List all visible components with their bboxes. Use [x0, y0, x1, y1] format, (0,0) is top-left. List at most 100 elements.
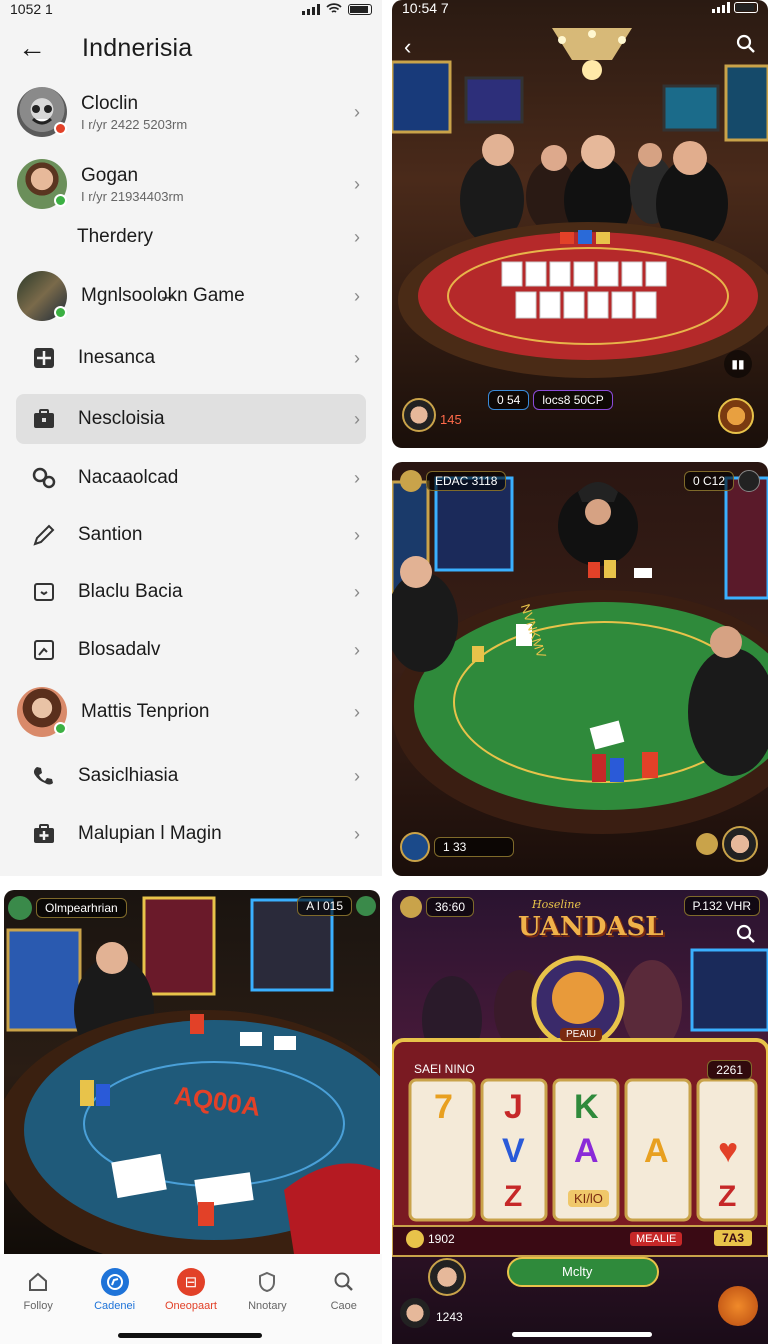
emblem-label: PEAIU	[560, 1028, 603, 1041]
list-item-blosadalv[interactable]: Blosadalv ›	[16, 624, 366, 676]
nav-label: Cadenei	[94, 1300, 136, 1312]
list-item-nescloisia[interactable]: Nescloisia ›	[16, 394, 366, 444]
back-arrow-icon[interactable]: ‹	[404, 34, 411, 60]
coin-icon	[406, 1230, 424, 1248]
nav-item-search[interactable]: Caoe	[309, 1268, 379, 1344]
gears-icon	[24, 458, 64, 498]
bottom-nav: Folloy Cadenei ⊟ Oneopaart Nnotary Caoe	[0, 1254, 382, 1344]
image-frame-icon	[24, 630, 64, 670]
chevron-right-icon: ›	[354, 765, 360, 786]
back-arrow-icon[interactable]: ←	[18, 32, 58, 64]
reel-symbol: A	[644, 1132, 669, 1170]
item-label: Cloclin	[81, 92, 139, 114]
status-bar: 1052 1	[0, 0, 382, 18]
win-value: 7A3	[713, 1230, 752, 1246]
page-title: Indnerisia	[82, 33, 193, 62]
item-label: Malupian l Magin	[78, 823, 222, 844]
coin-icon	[400, 470, 422, 492]
poker-game-card[interactable]: 10:54 7 ‹ ▮▮ 0 54 locs8 50CP 145	[392, 0, 768, 448]
reel-symbol: A	[574, 1132, 599, 1170]
home-indicator	[512, 1332, 652, 1337]
list-item-santion[interactable]: Santion ›	[16, 509, 366, 561]
spin-button-label[interactable]: Mclty	[562, 1264, 592, 1279]
search-icon[interactable]	[736, 34, 756, 54]
list-item-malupian[interactable]: Malupian l Magin ›	[16, 808, 366, 860]
item-label: Inesanca	[78, 347, 156, 368]
top-right-value: A l 015	[297, 896, 352, 916]
hud-top-right: 0 C12	[683, 470, 760, 492]
top-left-value: Olmpearhrian	[36, 898, 127, 918]
chevron-right-icon: ›	[354, 639, 360, 660]
item-label: Mattis Tenprion	[81, 701, 210, 722]
nav-item-home[interactable]: Folloy	[3, 1268, 73, 1344]
list-item-mattis-tenprion[interactable]: Mattis Tenprion ›	[16, 686, 366, 738]
credits-area: 1902	[406, 1230, 455, 1248]
reel-symbol: J	[504, 1088, 523, 1126]
item-label: Blosadalv	[78, 639, 161, 660]
blue-table-card[interactable]: AQ00A Olmpearhrian A l 015	[4, 890, 380, 1254]
list-item-cloclin[interactable]: Cloclin I r/yr 2422 5203rm ›	[16, 86, 366, 138]
chevron-right-icon: ›	[354, 285, 360, 306]
dealer-avatar[interactable]	[718, 398, 754, 434]
list-item-therdery[interactable]: Therdery ›	[16, 211, 366, 263]
notification-badge	[54, 122, 67, 135]
menu-icon[interactable]	[738, 470, 760, 492]
slots-game-card[interactable]: 36:60 P.132 VHR Hoseline UANDASL PEAIU S…	[392, 890, 768, 1344]
wall-screen	[464, 76, 524, 124]
game-icon: ⊟	[176, 1268, 205, 1296]
hud-top-right: A l 015	[297, 896, 376, 916]
nav-label: Nnotary	[248, 1300, 287, 1312]
list-item-nacaaolcad[interactable]: Nacaaolcad ›	[16, 452, 366, 504]
center-label: KI/lO	[568, 1190, 609, 1207]
item-label: Sasiclhiasia	[78, 765, 179, 786]
item-subtitle: I r/yr 2422 5203rm	[81, 116, 188, 132]
list-item-inesanca[interactable]: Inesanca ›	[16, 332, 366, 384]
list-item-game[interactable]: Mgnlsoolo̶kn Game ›	[16, 270, 366, 322]
item-label: Therdery	[77, 226, 154, 247]
slot-screen	[724, 64, 768, 142]
battery-icon	[348, 3, 372, 15]
reel-symbol: K	[574, 1088, 599, 1126]
list-item-sasiclhiasia[interactable]: Sasiclhiasia ›	[16, 750, 366, 802]
slot-machine	[724, 476, 768, 600]
chevron-right-icon: ›	[354, 226, 360, 247]
home-icon	[24, 1268, 52, 1296]
status-time: 1052 1	[10, 1, 53, 17]
cup-icon[interactable]	[400, 832, 430, 862]
player-avatar[interactable]	[402, 398, 436, 432]
chip-stacks	[560, 230, 610, 244]
header: ← Indnerisia	[0, 30, 382, 66]
nav-label: Caoe	[330, 1300, 357, 1312]
player-avatar[interactable]	[428, 1258, 466, 1296]
list-item-blaclu-bacia[interactable]: Blaclu Bacia ›	[16, 566, 366, 618]
hud-bottom-right	[696, 826, 758, 862]
chevron-right-icon: ›	[354, 101, 360, 122]
player-avatar[interactable]	[722, 826, 758, 862]
chevron-right-icon: ›	[354, 173, 360, 194]
list-item-gogan[interactable]: Gogan I r/yr 21934403rm ›	[16, 158, 366, 210]
item-label: Nacaaolcad	[78, 467, 179, 488]
grid-plus-icon	[24, 338, 64, 378]
compass-icon	[100, 1268, 129, 1296]
item-label: Gogan	[81, 164, 139, 186]
slot-machine	[142, 896, 216, 996]
phone-icon	[24, 756, 64, 796]
item-subtitle: I r/yr 21934403rm	[81, 188, 184, 204]
top-right-value: 0 C12	[683, 471, 734, 491]
nav-label: Oneopaart	[164, 1300, 217, 1312]
pause-icon[interactable]: ▮▮	[724, 350, 752, 378]
hud-bar: 0 54 locs8 50CP	[488, 390, 613, 410]
bet-value[interactable]: MEALIE	[630, 1232, 683, 1246]
player-avatar[interactable]	[400, 1298, 430, 1328]
green-table-card[interactable]: NVNKMV EDAC 3118 0 C12 1 33	[392, 462, 768, 876]
search-icon	[330, 1268, 358, 1296]
basketball-icon[interactable]	[718, 1286, 758, 1326]
hud-bottom-left: 1 33	[400, 832, 514, 862]
chevron-right-icon: ›	[354, 408, 360, 429]
message-box-icon	[24, 572, 64, 612]
hud-top-left: Olmpearhrian	[8, 896, 127, 920]
nav-label: Folloy	[23, 1300, 53, 1312]
avatar	[17, 159, 67, 209]
chandelier	[552, 28, 632, 80]
green-table-scene	[392, 476, 768, 834]
